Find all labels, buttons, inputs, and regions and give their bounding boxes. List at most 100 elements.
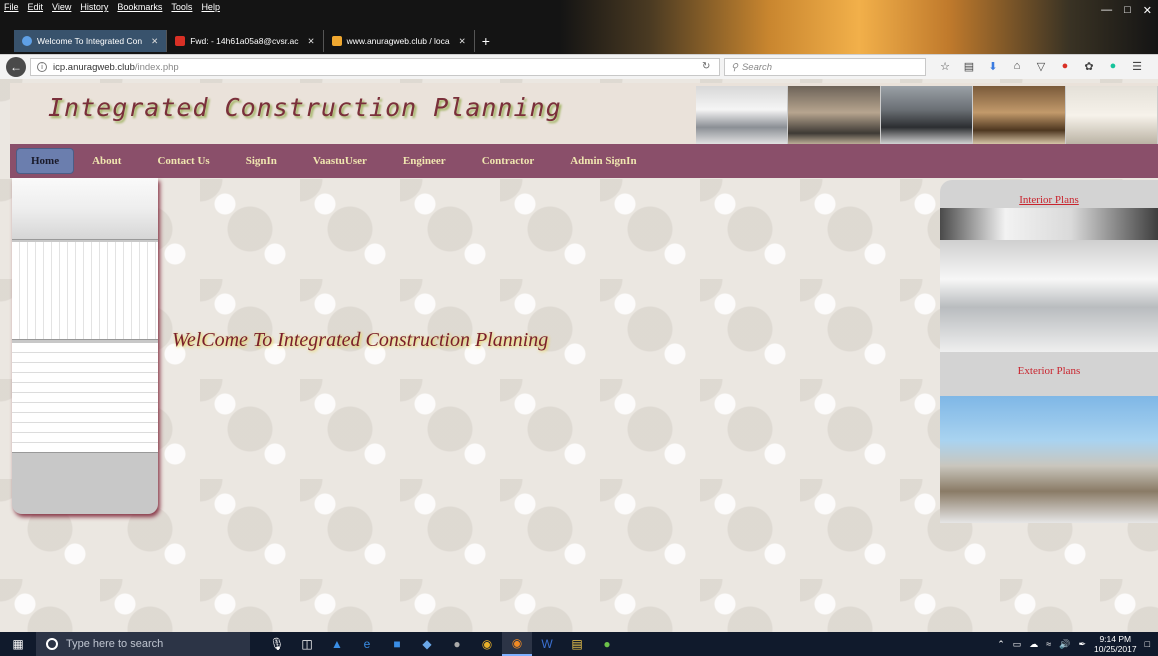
pen-icon[interactable]: ✒ xyxy=(1078,639,1086,650)
site-header: Integrated Construction Planning xyxy=(10,83,1158,145)
battery-icon[interactable]: ▭ xyxy=(1013,639,1022,650)
system-tray: ⌃ ▭ ☁ ≈ 🔊 ✒ 9:14 PM 10/25/2017 □ xyxy=(997,632,1158,656)
grammarly-icon[interactable]: ● xyxy=(1106,59,1120,73)
page-content: Integrated Construction Planning Home Ab… xyxy=(0,79,1158,632)
nav-signin[interactable]: SignIn xyxy=(228,148,295,174)
bookmark-star-icon[interactable]: ☆ xyxy=(938,59,952,73)
interior-photo xyxy=(940,208,1158,240)
right-plans-panel: Interior Plans Exterior Plans xyxy=(940,180,1158,523)
tab-welcome[interactable]: Welcome To Integrated Con ✕ xyxy=(14,30,168,52)
menu-file[interactable]: File xyxy=(4,2,19,18)
exterior-photo xyxy=(940,396,1158,523)
taskbar-search-placeholder: Type here to search xyxy=(66,638,164,650)
tab-strip: Welcome To Integrated Con ✕ Fwd: - 14h61… xyxy=(14,30,497,52)
info-icon[interactable]: i xyxy=(37,62,47,72)
globe-icon xyxy=(22,36,32,46)
cortana-icon xyxy=(46,638,58,650)
new-tab-button[interactable]: + xyxy=(475,30,497,52)
close-tab-icon[interactable]: ✕ xyxy=(308,36,315,47)
url-path: /index.php xyxy=(134,61,179,73)
menu-bookmarks[interactable]: Bookmarks xyxy=(117,2,162,18)
home-icon[interactable]: ⌂ xyxy=(1010,59,1024,73)
task-view-icon[interactable]: ◫ xyxy=(292,632,322,656)
menu-help[interactable]: Help xyxy=(201,2,220,18)
maximize-icon[interactable]: □ xyxy=(1124,4,1131,17)
tab-label: www.anuragweb.club / loca xyxy=(346,36,450,46)
reload-icon[interactable]: ↻ xyxy=(702,61,710,72)
site-title: Integrated Construction Planning xyxy=(48,93,562,122)
left-plan-gallery xyxy=(12,178,158,514)
url-bar[interactable]: i icp.anuragweb.club/index.php xyxy=(30,58,720,76)
header-photo xyxy=(696,86,789,145)
reading-list-icon[interactable]: ▤ xyxy=(962,59,976,73)
nav-contractor[interactable]: Contractor xyxy=(464,148,553,174)
pocket-icon[interactable]: ▽ xyxy=(1034,59,1048,73)
header-photo xyxy=(973,86,1066,145)
header-photo-strip xyxy=(696,86,1158,145)
microphone-icon[interactable]: 🎙 xyxy=(262,632,292,656)
close-tab-icon[interactable]: ✕ xyxy=(459,36,466,47)
app-icon[interactable]: ● xyxy=(592,632,622,656)
tab-label: Welcome To Integrated Con xyxy=(37,36,143,46)
header-photo xyxy=(1065,86,1158,145)
nav-engineer[interactable]: Engineer xyxy=(385,148,464,174)
download-icon[interactable]: ⬇ xyxy=(986,59,1000,73)
tab-phpmyadmin[interactable]: www.anuragweb.club / loca ✕ xyxy=(324,30,475,52)
navigation-bar: ← i icp.anuragweb.club/index.php ↻ ⚲ Sea… xyxy=(0,54,1158,79)
word-icon[interactable]: W xyxy=(532,632,562,656)
menu-icon[interactable]: ☰ xyxy=(1130,59,1144,73)
interior-photo xyxy=(940,240,1158,352)
nav-about[interactable]: About xyxy=(74,148,139,174)
header-photo xyxy=(788,86,881,145)
window-controls: — □ ✕ xyxy=(1101,4,1152,17)
welcome-heading: WelCome To Integrated Construction Plann… xyxy=(172,329,549,351)
theme-background xyxy=(560,0,1158,56)
mail-icon xyxy=(175,36,186,46)
extension-icon[interactable]: ✿ xyxy=(1082,59,1096,73)
app-icon[interactable]: ◆ xyxy=(412,632,442,656)
minimize-icon[interactable]: — xyxy=(1101,4,1112,17)
menu-edit[interactable]: Edit xyxy=(28,2,44,18)
clock[interactable]: 9:14 PM 10/25/2017 xyxy=(1094,634,1137,654)
windows-start-icon[interactable]: ▦ xyxy=(0,637,36,651)
adblock-icon[interactable]: ● xyxy=(1058,59,1072,73)
store-icon[interactable]: ■ xyxy=(382,632,412,656)
nav-admin-signin[interactable]: Admin SignIn xyxy=(552,148,654,174)
phpmyadmin-icon xyxy=(331,36,342,46)
toolbar-icons: ☆ ▤ ⬇ ⌂ ▽ ● ✿ ● ☰ xyxy=(938,59,1144,73)
menu-view[interactable]: View xyxy=(52,2,71,18)
taskbar-search[interactable]: Type here to search xyxy=(36,632,250,656)
floor-plan-image xyxy=(12,343,158,453)
menu-history[interactable]: History xyxy=(80,2,108,18)
app-icon[interactable]: ▲ xyxy=(322,632,352,656)
file-explorer-icon[interactable]: ▤ xyxy=(562,632,592,656)
windows-taskbar: ▦ Type here to search 🎙 ◫ ▲ e ■ ◆ ● ◉ ◉ … xyxy=(0,632,1158,656)
search-input[interactable]: ⚲ Search xyxy=(724,58,926,76)
volume-icon[interactable]: 🔊 xyxy=(1059,639,1070,650)
wifi-icon[interactable]: ≈ xyxy=(1046,639,1051,649)
edge-icon[interactable]: e xyxy=(352,632,382,656)
tab-mail[interactable]: Fwd: - 14h61a05a8@cvsr.ac ✕ xyxy=(167,30,324,52)
menu-bar: File Edit View History Bookmarks Tools H… xyxy=(4,2,220,18)
house-sketch-image xyxy=(12,178,158,240)
menu-tools[interactable]: Tools xyxy=(171,2,192,18)
app-icon[interactable]: ● xyxy=(442,632,472,656)
exterior-plans-label: Exterior Plans xyxy=(1017,365,1081,377)
close-tab-icon[interactable]: ✕ xyxy=(151,36,158,47)
nav-vaastuuser[interactable]: VaastuUser xyxy=(295,148,385,174)
clock-date: 10/25/2017 xyxy=(1094,644,1137,654)
chrome-icon[interactable]: ◉ xyxy=(472,632,502,656)
taskbar-apps: 🎙 ◫ ▲ e ■ ◆ ● ◉ ◉ W ▤ ● xyxy=(262,632,622,656)
url-host: icp.anuragweb.club xyxy=(53,61,135,73)
firefox-icon[interactable]: ◉ xyxy=(502,632,532,656)
elevation-drawing-image xyxy=(12,242,158,340)
nav-contact-us[interactable]: Contact Us xyxy=(139,148,227,174)
onedrive-icon[interactable]: ☁ xyxy=(1029,639,1038,650)
notification-icon[interactable]: □ xyxy=(1145,639,1150,649)
interior-plans-link[interactable]: Interior Plans xyxy=(940,194,1158,206)
back-icon[interactable]: ← xyxy=(6,57,26,77)
close-icon[interactable]: ✕ xyxy=(1143,4,1152,17)
chevron-up-icon[interactable]: ⌃ xyxy=(997,639,1005,650)
nav-home[interactable]: Home xyxy=(16,148,75,174)
clock-time: 9:14 PM xyxy=(1099,634,1132,644)
